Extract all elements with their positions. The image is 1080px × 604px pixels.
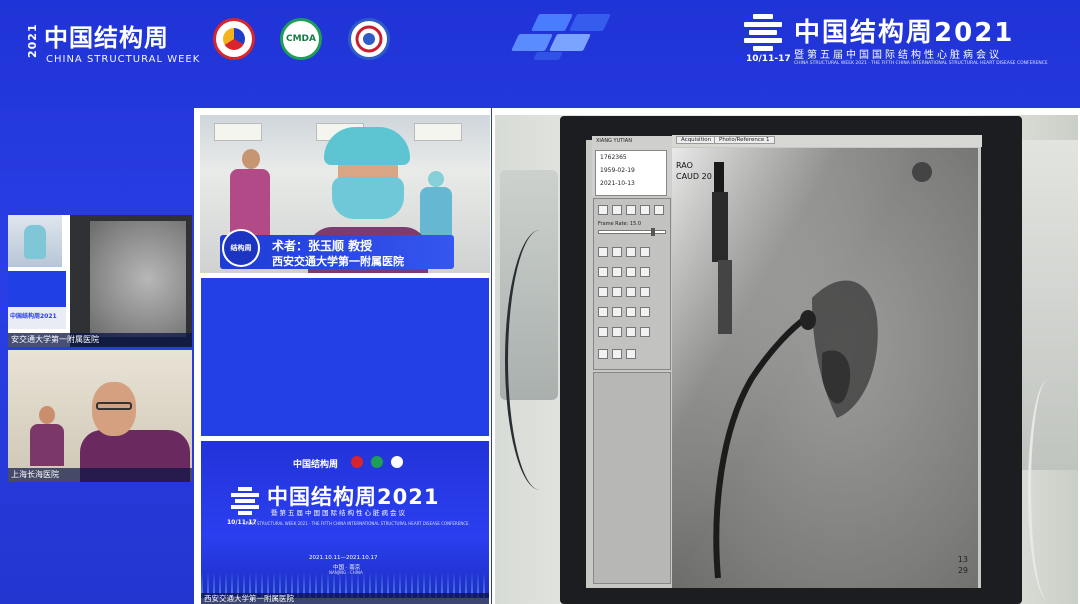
tool-button[interactable] xyxy=(612,205,622,215)
tool-button[interactable] xyxy=(612,247,622,257)
conference-mark-icon xyxy=(744,14,782,52)
tool-button[interactable] xyxy=(612,327,622,337)
surgeon-camera-feed[interactable]: 结构周 术者：张玉顺 教授 西安交通大学第一附属医院 xyxy=(200,115,490,273)
tab-acquisition[interactable]: Acquisition xyxy=(676,136,717,144)
conference-subtitle-en: CHINA STRUCTURAL WEEK 2021 · THE FIFTH C… xyxy=(794,61,1048,66)
frame-current: 13 xyxy=(957,555,968,564)
study-date: 2021-10-13 xyxy=(600,180,635,187)
thumbnail-video-tile-xian[interactable]: 中国结构周2021 安交通大学第一附属医院 xyxy=(8,215,192,347)
patient-id: 1762365 xyxy=(600,154,627,161)
thumbnail-blank-feed xyxy=(8,271,66,307)
tool-button[interactable] xyxy=(598,349,608,359)
conference-title-cn: 中国结构周 xyxy=(794,18,935,48)
tool-button[interactable] xyxy=(598,307,608,317)
tool-button[interactable] xyxy=(640,247,650,257)
tool-button[interactable] xyxy=(640,205,650,215)
tool-button[interactable] xyxy=(626,287,636,297)
tool-button[interactable] xyxy=(626,327,636,337)
monitor-toolbar: Frame Rate: 15.0 xyxy=(593,198,671,370)
slide-date-range: 2021.10.11—2021.10.17 xyxy=(309,555,378,561)
slide-subtitle-en: CHINA STRUCTURAL WEEK 2021 · THE FIFTH C… xyxy=(243,521,469,526)
projection-caud: CAUD 20 xyxy=(676,172,712,181)
video-tile-caption: 安交通大学第一附属医院 xyxy=(8,333,192,347)
tool-button[interactable] xyxy=(626,307,636,317)
decorative-tiles-icon xyxy=(505,12,615,62)
tool-button[interactable] xyxy=(626,267,636,277)
conference-dates: 10/11-17 xyxy=(746,54,791,64)
tool-button[interactable] xyxy=(598,205,608,215)
tab-photo-reference[interactable]: Photo/Reference 1 xyxy=(714,136,775,144)
slide-conference-mark-icon xyxy=(231,487,259,515)
header-right-branding: 10/11-17 中国结构周2021 暨第五届中国国际结构性心脏病会议 CHIN… xyxy=(740,12,1070,68)
frame-rate-label: Frame Rate: 15.0 xyxy=(598,221,642,227)
tool-button[interactable] xyxy=(640,267,650,277)
video-tile-shanghai[interactable]: 上海长海医院 xyxy=(8,350,192,482)
header-title: 中国结构周 xyxy=(44,24,169,52)
frame-counter: 13 29 xyxy=(958,554,968,576)
thumbnail-slide-feed: 中国结构周2021 xyxy=(8,307,66,329)
structural-week-badge-icon: 结构周 xyxy=(222,229,260,267)
fluoroscopy-image: RAO CAUD 20 13 29 xyxy=(672,148,978,588)
conference-year: 2021 xyxy=(934,18,1015,48)
slide-header-logo: 中国结构周 xyxy=(293,460,339,470)
frame-rate-slider[interactable] xyxy=(598,228,666,236)
tool-button[interactable] xyxy=(640,287,650,297)
tool-button[interactable] xyxy=(626,349,636,359)
society-logo-icon xyxy=(213,18,255,60)
projection-angle: RAO CAUD 20 xyxy=(676,160,712,182)
conference-title: 中国结构周2021 xyxy=(794,12,1014,49)
tool-button[interactable] xyxy=(640,327,650,337)
header-left-branding: 2021 中国结构周 CHINA STRUCTURAL WEEK xyxy=(26,12,206,72)
video-tile-caption: 上海长海医院 xyxy=(8,468,192,482)
slide-feed-caption: 西安交通大学第一附属医院 xyxy=(201,593,489,604)
conference-subtitle: 暨第五届中国国际结构性心脏病会议 xyxy=(794,50,1002,61)
surgeon-name: 术者：张玉顺 教授 xyxy=(272,239,373,253)
tool-button[interactable] xyxy=(612,349,622,359)
tool-button[interactable] xyxy=(598,287,608,297)
tool-button[interactable] xyxy=(640,307,650,317)
tool-button[interactable] xyxy=(612,307,622,317)
tool-button[interactable] xyxy=(598,247,608,257)
patient-dob: 1959-02-19 xyxy=(600,167,635,174)
monitor-tab-bar: Acquisition Photo/Reference 1 xyxy=(672,135,982,147)
header-year-vertical: 2021 xyxy=(26,23,39,58)
cmda-logo-icon: CMDA xyxy=(280,18,322,60)
thumbnail-slide-logo: 中国结构周2021 xyxy=(10,313,57,320)
tool-button[interactable] xyxy=(612,287,622,297)
thumbnail-camera-feed xyxy=(8,215,62,267)
participant-avatar xyxy=(80,382,190,482)
tool-button[interactable] xyxy=(598,267,608,277)
tool-button[interactable] xyxy=(654,205,664,215)
tool-button[interactable] xyxy=(626,205,636,215)
capcci-logo-icon xyxy=(348,18,390,60)
monitor-side-panel xyxy=(593,372,671,584)
tool-button[interactable] xyxy=(612,267,622,277)
participant-avatar xyxy=(30,406,64,466)
projection-rao: RAO xyxy=(676,161,693,170)
tool-button[interactable] xyxy=(626,247,636,257)
empty-video-tile[interactable] xyxy=(201,278,489,436)
slide-subtitle: 暨第五届中国国际结构性心脏病会议 xyxy=(271,509,407,517)
cable xyxy=(1028,380,1068,600)
marker-dot-icon xyxy=(912,162,932,182)
frame-total: 29 xyxy=(957,566,968,575)
thumbnail-xray-feed xyxy=(70,215,192,347)
tool-button[interactable] xyxy=(598,327,608,337)
fluoroscopy-anatomy xyxy=(712,162,878,579)
surgeon-institution: 西安交通大学第一附属医院 xyxy=(272,255,404,268)
conference-slide-feed[interactable]: 中国结构周 10/11-17 中国结构周2021 暨第五届中国国际结构性心脏病会… xyxy=(201,441,489,598)
header-title-en: CHINA STRUCTURAL WEEK xyxy=(46,54,201,65)
patient-name: XIANG YUTIAN xyxy=(596,138,632,144)
patient-info-panel: XIANG YUTIAN 1762365 1959-02-19 2021-10-… xyxy=(592,136,672,196)
